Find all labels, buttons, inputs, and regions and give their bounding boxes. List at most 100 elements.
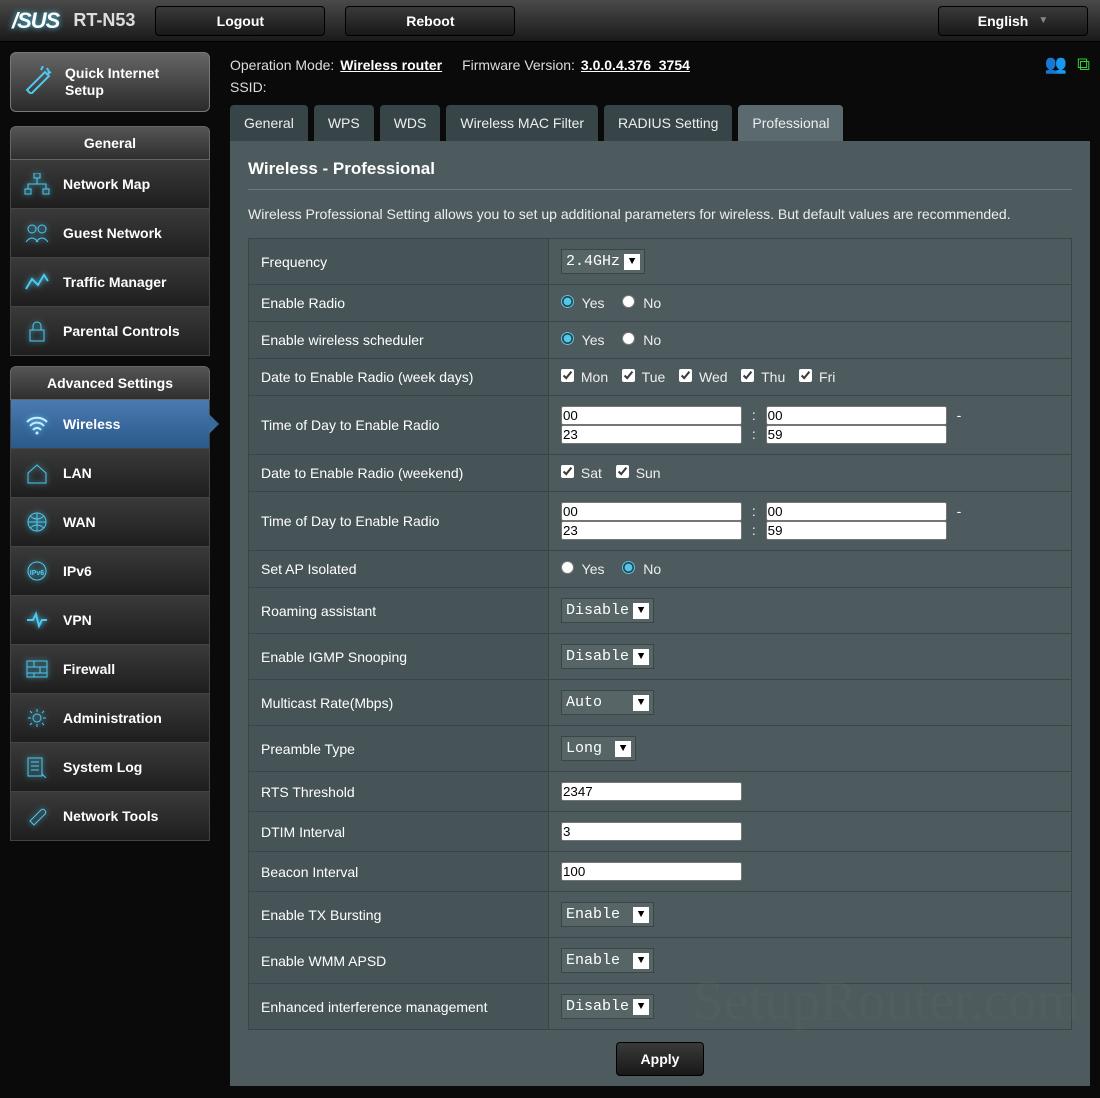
sidebar-item-network-map[interactable]: Network Map bbox=[10, 160, 210, 209]
dtim-input[interactable] bbox=[561, 822, 742, 841]
tab-radius[interactable]: RADIUS Setting bbox=[604, 105, 732, 141]
op-mode-link[interactable]: Wireless router bbox=[340, 57, 442, 73]
time-weekend-label: Time of Day to Enable Radio bbox=[249, 492, 549, 551]
model-name: RT-N53 bbox=[73, 10, 135, 31]
advanced-header: Advanced Settings bbox=[10, 366, 210, 400]
screens-icon[interactable]: ⧉ bbox=[1077, 54, 1090, 75]
interference-select[interactable]: Disable▼ bbox=[561, 994, 654, 1019]
chk-tue[interactable]: Tue bbox=[622, 369, 665, 385]
users-icon[interactable]: 👥 bbox=[1045, 54, 1067, 75]
rts-label: RTS Threshold bbox=[249, 772, 549, 812]
frequency-select[interactable]: 2.4GHz▼ bbox=[561, 249, 645, 274]
enable-sched-no[interactable]: No bbox=[622, 332, 661, 348]
lock-icon bbox=[23, 319, 51, 343]
sidebar-item-system-log[interactable]: System Log bbox=[10, 743, 210, 792]
roaming-select[interactable]: Disable▼ bbox=[561, 598, 654, 623]
time-week-h1[interactable] bbox=[561, 406, 742, 425]
language-label: English bbox=[978, 13, 1029, 29]
tab-general[interactable]: General bbox=[230, 105, 308, 141]
chevron-down-icon: ▼ bbox=[633, 603, 649, 619]
asus-logo: /SUS bbox=[12, 8, 59, 34]
wand-icon bbox=[23, 66, 55, 97]
sidebar-item-ipv6[interactable]: IPv6 IPv6 bbox=[10, 547, 210, 596]
chevron-down-icon: ▼ bbox=[624, 254, 640, 270]
time-wk-m1[interactable] bbox=[766, 502, 947, 521]
sidebar-item-label: Network Map bbox=[63, 176, 150, 192]
tab-mac-filter[interactable]: Wireless MAC Filter bbox=[446, 105, 598, 141]
igmp-select[interactable]: Disable▼ bbox=[561, 644, 654, 669]
time-week-m1[interactable] bbox=[766, 406, 947, 425]
chevron-down-icon: ▼ bbox=[633, 907, 649, 923]
wmm-label: Enable WMM APSD bbox=[249, 938, 549, 984]
language-select[interactable]: English ▼ bbox=[938, 6, 1088, 36]
sidebar-item-guest-network[interactable]: Guest Network bbox=[10, 209, 210, 258]
sidebar-item-label: Firewall bbox=[63, 661, 115, 677]
ap-isolated-yes[interactable]: Yes bbox=[561, 561, 604, 577]
sidebar-item-label: IPv6 bbox=[63, 563, 92, 579]
roaming-label: Roaming assistant bbox=[249, 588, 549, 634]
preamble-select[interactable]: Long ▼ bbox=[561, 736, 636, 761]
time-week-h2[interactable] bbox=[561, 425, 742, 444]
beacon-input[interactable] bbox=[561, 862, 742, 881]
network-map-icon bbox=[23, 172, 51, 196]
enable-radio-yes[interactable]: Yes bbox=[561, 295, 604, 311]
rts-input[interactable] bbox=[561, 782, 742, 801]
time-week-label: Time of Day to Enable Radio bbox=[249, 396, 549, 455]
sidebar-item-label: VPN bbox=[63, 612, 92, 628]
tx-burst-label: Enable TX Bursting bbox=[249, 892, 549, 938]
reboot-button[interactable]: Reboot bbox=[345, 6, 515, 36]
chk-wed[interactable]: Wed bbox=[679, 369, 727, 385]
time-wk-h1[interactable] bbox=[561, 502, 742, 521]
sidebar-item-wan[interactable]: WAN bbox=[10, 498, 210, 547]
fw-link[interactable]: 3.0.0.4.376_3754 bbox=[581, 57, 690, 73]
panel-description: Wireless Professional Setting allows you… bbox=[248, 206, 1072, 222]
enable-sched-yes[interactable]: Yes bbox=[561, 332, 604, 348]
sidebar-item-parental-controls[interactable]: Parental Controls bbox=[10, 307, 210, 356]
sidebar-item-label: Parental Controls bbox=[63, 323, 180, 339]
chevron-down-icon: ▼ bbox=[633, 649, 649, 665]
sidebar-item-administration[interactable]: Administration bbox=[10, 694, 210, 743]
chk-sun[interactable]: Sun bbox=[616, 465, 661, 481]
sidebar-item-label: Traffic Manager bbox=[63, 274, 166, 290]
preamble-label: Preamble Type bbox=[249, 726, 549, 772]
time-wk-m2[interactable] bbox=[766, 521, 947, 540]
chk-thu[interactable]: Thu bbox=[741, 369, 785, 385]
sidebar-item-label: Guest Network bbox=[63, 225, 162, 241]
sidebar-item-wireless[interactable]: Wireless bbox=[10, 400, 210, 449]
enable-radio-label: Enable Radio bbox=[249, 285, 549, 322]
qis-label: Quick Internet Setup bbox=[65, 65, 197, 99]
multicast-select[interactable]: Auto ▼ bbox=[561, 690, 654, 715]
tools-icon bbox=[23, 804, 51, 828]
chk-sat[interactable]: Sat bbox=[561, 465, 602, 481]
sidebar-item-lan[interactable]: LAN bbox=[10, 449, 210, 498]
time-week-m2[interactable] bbox=[766, 425, 947, 444]
chevron-down-icon: ▼ bbox=[633, 999, 649, 1015]
sidebar-item-network-tools[interactable]: Network Tools bbox=[10, 792, 210, 841]
general-header: General bbox=[10, 126, 210, 160]
guest-network-icon bbox=[23, 221, 51, 245]
tx-burst-select[interactable]: Enable ▼ bbox=[561, 902, 654, 927]
vpn-icon bbox=[23, 608, 51, 632]
sidebar-item-label: LAN bbox=[63, 465, 92, 481]
chk-mon[interactable]: Mon bbox=[561, 369, 608, 385]
sidebar-item-traffic-manager[interactable]: Traffic Manager bbox=[10, 258, 210, 307]
tab-professional[interactable]: Professional bbox=[738, 105, 843, 141]
ap-isolated-label: Set AP Isolated bbox=[249, 551, 549, 588]
sidebar-item-vpn[interactable]: VPN bbox=[10, 596, 210, 645]
enable-radio-no[interactable]: No bbox=[622, 295, 661, 311]
interference-label: Enhanced interference management bbox=[249, 984, 549, 1030]
quick-internet-setup-button[interactable]: Quick Internet Setup bbox=[10, 52, 210, 112]
wmm-select[interactable]: Enable ▼ bbox=[561, 948, 654, 973]
time-wk-h2[interactable] bbox=[561, 521, 742, 540]
logout-button[interactable]: Logout bbox=[155, 6, 325, 36]
wireless-icon bbox=[23, 412, 51, 436]
log-icon bbox=[23, 755, 51, 779]
tab-wps[interactable]: WPS bbox=[314, 105, 374, 141]
sidebar-item-firewall[interactable]: Firewall bbox=[10, 645, 210, 694]
apply-button[interactable]: Apply bbox=[616, 1042, 705, 1076]
date-weekend-label: Date to Enable Radio (weekend) bbox=[249, 455, 549, 492]
chk-fri[interactable]: Fri bbox=[799, 369, 835, 385]
ap-isolated-no[interactable]: No bbox=[622, 561, 661, 577]
chevron-down-icon: ▼ bbox=[1038, 15, 1048, 26]
tab-wds[interactable]: WDS bbox=[380, 105, 441, 141]
